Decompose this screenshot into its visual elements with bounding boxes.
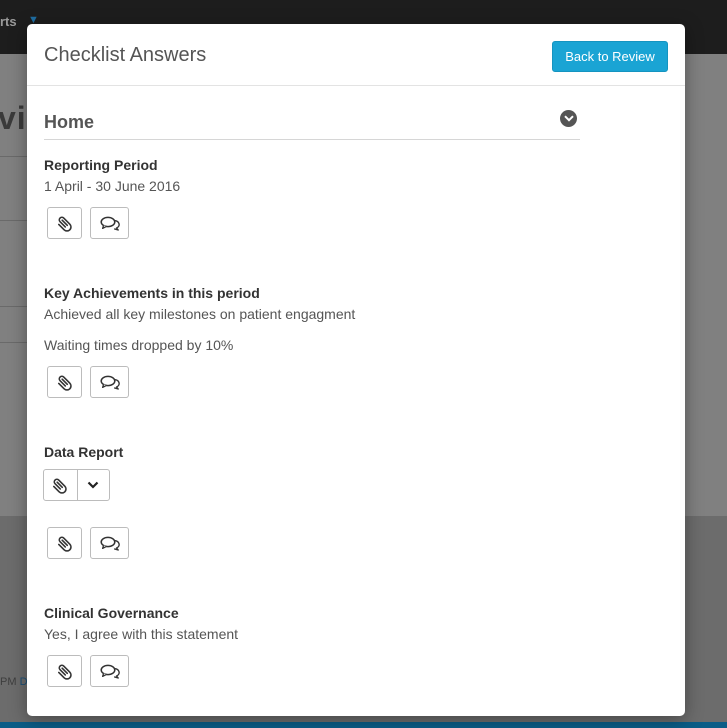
chevron-down-icon — [87, 481, 99, 489]
nav-item-partial[interactable]: rts — [0, 14, 17, 29]
comments-icon — [99, 374, 120, 390]
paperclip-icon — [56, 214, 74, 232]
attach-button[interactable] — [47, 527, 82, 559]
comments-icon — [99, 215, 120, 231]
modal-title: Checklist Answers — [44, 44, 207, 66]
question-answer: Waiting times dropped by 10% — [44, 337, 234, 353]
attachment-button[interactable] — [44, 470, 77, 500]
attach-button[interactable] — [47, 366, 82, 398]
comments-icon — [99, 663, 120, 679]
background-divider — [0, 156, 30, 157]
paperclip-icon — [56, 662, 74, 680]
question-answer: 1 April - 30 June 2016 — [44, 178, 181, 194]
modal-header: Checklist Answers Back to Review — [27, 24, 685, 86]
paperclip-icon — [56, 534, 74, 552]
attachment-dropdown-toggle[interactable] — [76, 470, 110, 500]
attach-button[interactable] — [47, 207, 82, 239]
question-answer: Achieved all key milestones on patient e… — [44, 306, 356, 322]
question-label: Reporting Period — [44, 157, 158, 173]
background-divider — [0, 220, 30, 221]
chevron-circle-down-icon[interactable] — [560, 110, 577, 127]
paperclip-icon — [56, 373, 74, 391]
question-answer: Yes, I agree with this statement — [44, 626, 239, 642]
attachment-split-button — [43, 469, 110, 501]
question-label: Clinical Governance — [44, 605, 179, 621]
background-divider — [0, 306, 30, 307]
comment-button[interactable] — [90, 207, 129, 239]
background-bottom-bar — [0, 722, 727, 728]
comment-button[interactable] — [90, 366, 129, 398]
section-header-home[interactable]: Home — [44, 110, 580, 140]
paperclip-icon — [51, 476, 69, 494]
back-to-review-button[interactable]: Back to Review — [552, 41, 668, 72]
footer-text: PM — [0, 676, 17, 688]
question-label: Key Achievements in this period — [44, 285, 260, 301]
section-title: Home — [44, 112, 95, 132]
comment-button[interactable] — [90, 655, 129, 687]
background-divider — [0, 342, 30, 343]
checklist-answers-modal: Checklist Answers Back to Review Home Re… — [27, 24, 685, 716]
attach-button[interactable] — [47, 655, 82, 687]
comments-icon — [99, 535, 120, 551]
question-label: Data Report — [44, 444, 124, 460]
comment-button[interactable] — [90, 527, 129, 559]
